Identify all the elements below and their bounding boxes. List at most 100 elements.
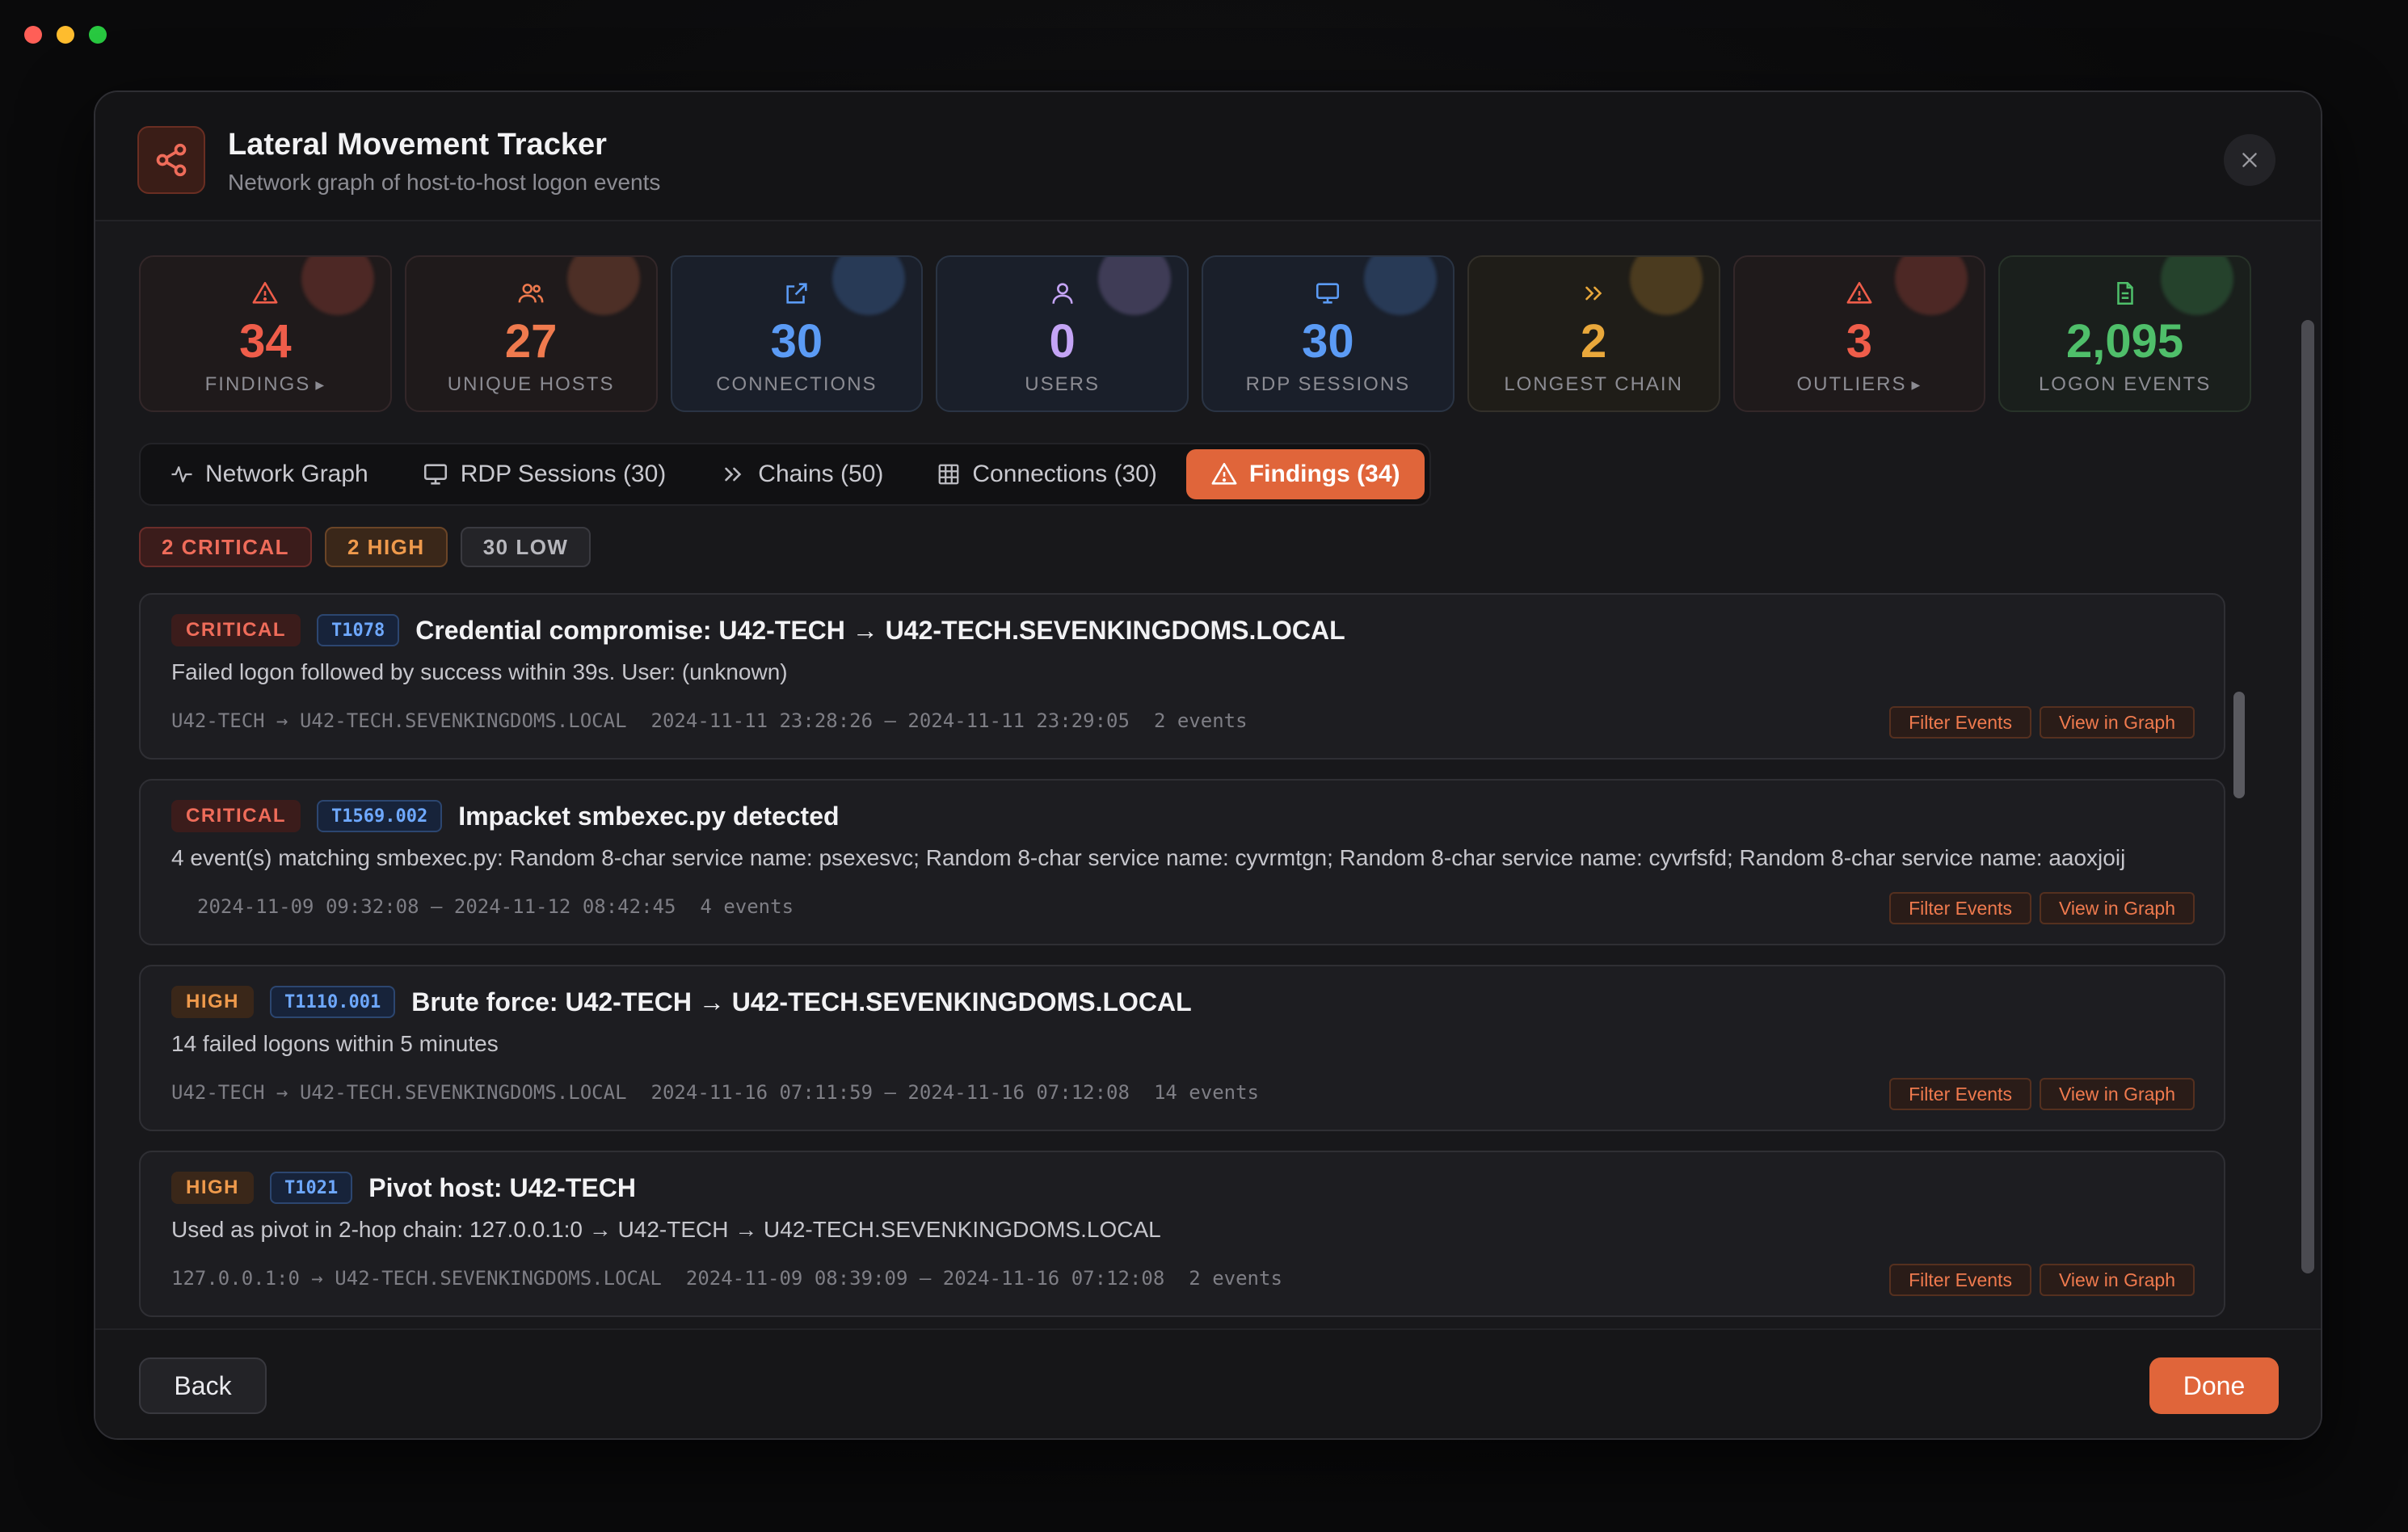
tab-chains[interactable]: Chains (50) xyxy=(695,449,907,499)
modal-subtitle: Network graph of host-to-host logon even… xyxy=(228,170,661,195)
filter-high-chip[interactable]: 2 HIGH xyxy=(325,527,448,567)
external-link-icon xyxy=(783,280,810,307)
stat-value: 3 xyxy=(1846,315,1872,368)
severity-filters: 2 CRITICAL 2 HIGH 30 LOW xyxy=(139,527,591,567)
modal-header: Lateral Movement Tracker Network graph o… xyxy=(95,92,2321,221)
stat-value: 0 xyxy=(1049,315,1076,368)
finding-title: Impacket smbexec.py detected xyxy=(458,801,840,831)
finding-meta: 127.0.0.1:0 → U42-TECH.SEVENKINGDOMS.LOC… xyxy=(171,1267,1307,1290)
tab-label: Chains (50) xyxy=(758,461,884,487)
stat-label: FINDINGS ▶ xyxy=(204,373,326,395)
stat-card-findings[interactable]: 34 FINDINGS ▶ xyxy=(139,255,392,412)
finding-card[interactable]: CRITICAL T1569.002 Impacket smbexec.py det… xyxy=(139,779,2225,945)
finding-timerange: 2024-11-11 23:28:26 — 2024-11-11 23:29:0… xyxy=(650,709,1130,732)
tab-network-graph[interactable]: Network Graph xyxy=(145,449,393,499)
chevrons-right-icon xyxy=(1580,280,1607,307)
stat-card-unique-hosts: 27 UNIQUE HOSTS xyxy=(404,255,658,412)
technique-badge: T1110.001 xyxy=(270,986,396,1018)
finding-description: Used as pivot in 2-hop chain: 127.0.0.1:… xyxy=(171,1217,1161,1242)
window-controls xyxy=(24,26,107,44)
document-icon xyxy=(2111,280,2139,307)
finding-card[interactable]: HIGH T1021 Pivot host: U42-TECH Used as piv… xyxy=(139,1151,2225,1317)
modal-scrollbar-thumb[interactable] xyxy=(2301,320,2314,1273)
finding-meta: U42-TECH → U42-TECH.SEVENKINGDOMS.LOCAL 2… xyxy=(171,1081,1283,1104)
finding-path: 127.0.0.1:0 → U42-TECH.SEVENKINGDOMS.LOC… xyxy=(171,1267,662,1290)
warning-icon xyxy=(1846,280,1873,307)
view-in-graph-button[interactable]: View in Graph xyxy=(2039,706,2195,739)
technique-badge: T1569.002 xyxy=(316,800,443,832)
finding-path: U42-TECH → U42-TECH.SEVENKINGDOMS.LOCAL xyxy=(171,1081,627,1104)
window-zoom-button[interactable] xyxy=(89,26,107,44)
finding-actions: Filter Events View in Graph xyxy=(1889,706,2195,739)
finding-card[interactable]: CRITICAL T1078 Credential compromise: U42-… xyxy=(139,593,2225,760)
stat-value: 2,095 xyxy=(2066,315,2184,368)
finding-description: 14 failed logons within 5 minutes xyxy=(171,1031,499,1056)
warning-icon xyxy=(251,280,279,307)
stat-value: 30 xyxy=(770,315,823,368)
stat-label: OUTLIERS ▶ xyxy=(1796,373,1922,395)
tab-label: Connections (30) xyxy=(972,461,1157,487)
stats-row: 34 FINDINGS ▶ 27 UNIQUE HOSTS 30 CONNECTIONS 0 U… xyxy=(139,255,2251,412)
finding-actions: Filter Events View in Graph xyxy=(1889,1264,2195,1296)
warning-icon xyxy=(1210,461,1238,488)
filter-events-button[interactable]: Filter Events xyxy=(1889,1264,2031,1296)
stat-value: 34 xyxy=(239,315,292,368)
close-button[interactable] xyxy=(2224,134,2275,186)
monitor-icon xyxy=(1314,280,1341,307)
caret-right-icon: ▶ xyxy=(1911,378,1922,391)
tab-label: RDP Sessions (30) xyxy=(460,461,667,487)
stat-label: LOGON EVENTS xyxy=(2038,373,2212,395)
filter-events-button[interactable]: Filter Events xyxy=(1889,1078,2031,1110)
finding-event-count: 4 events xyxy=(700,895,794,918)
finding-card[interactable]: HIGH T1110.001 Brute force: U42-TECH → U42… xyxy=(139,965,2225,1131)
filter-critical-chip[interactable]: 2 CRITICAL xyxy=(139,527,312,567)
stat-card-rdp-sessions: 30 RDP SESSIONS xyxy=(1202,255,1454,412)
done-button[interactable]: Done xyxy=(2149,1357,2279,1414)
filter-low-chip[interactable]: 30 LOW xyxy=(460,527,591,567)
stat-card-logon-events: 2,095 LOGON EVENTS xyxy=(1998,255,2251,412)
view-in-graph-button[interactable]: View in Graph xyxy=(2039,1264,2195,1296)
finding-timerange: 2024-11-09 09:32:08 — 2024-11-12 08:42:4… xyxy=(197,895,676,918)
stat-value: 27 xyxy=(504,315,558,368)
stat-value: 2 xyxy=(1580,315,1607,368)
filter-events-button[interactable]: Filter Events xyxy=(1889,892,2031,924)
findings-scrollbar[interactable] xyxy=(2230,593,2248,1420)
findings-list: CRITICAL T1078 Credential compromise: U42-… xyxy=(139,593,2225,1420)
severity-badge: CRITICAL xyxy=(171,800,301,832)
finding-description: Failed logon followed by success within … xyxy=(171,659,788,684)
lateral-movement-modal: Lateral Movement Tracker Network graph o… xyxy=(94,90,2322,1440)
tab-label: Network Graph xyxy=(205,461,368,487)
view-in-graph-button[interactable]: View in Graph xyxy=(2039,1078,2195,1110)
findings-scrollbar-thumb[interactable] xyxy=(2233,692,2245,798)
finding-meta: 2024-11-09 09:32:08 — 2024-11-12 08:42:4… xyxy=(197,895,818,918)
users-icon xyxy=(517,280,545,307)
severity-badge: HIGH xyxy=(171,1172,254,1204)
stat-card-outliers[interactable]: 3 OUTLIERS ▶ xyxy=(1732,255,1986,412)
finding-timerange: 2024-11-09 08:39:09 — 2024-11-16 07:12:0… xyxy=(685,1267,1165,1290)
activity-icon xyxy=(170,462,194,486)
severity-badge: CRITICAL xyxy=(171,614,301,646)
finding-actions: Filter Events View in Graph xyxy=(1889,1078,2195,1110)
caret-right-icon: ▶ xyxy=(315,378,326,391)
stat-label: RDP SESSIONS xyxy=(1245,373,1411,395)
stat-card-connections: 30 CONNECTIONS xyxy=(670,255,924,412)
finding-meta: U42-TECH → U42-TECH.SEVENKINGDOMS.LOCAL 2… xyxy=(171,709,1272,732)
view-in-graph-button[interactable]: View in Graph xyxy=(2039,892,2195,924)
modal-footer: Back Done xyxy=(95,1328,2321,1438)
share-graph-icon xyxy=(137,126,205,194)
finding-description: 4 event(s) matching smbexec.py: Random 8… xyxy=(171,845,2126,870)
tab-findings[interactable]: Findings (34) xyxy=(1185,449,1425,499)
modal-scrollbar[interactable] xyxy=(2300,226,2316,1422)
modal-title: Lateral Movement Tracker xyxy=(228,128,607,162)
back-button[interactable]: Back xyxy=(139,1357,267,1414)
close-icon xyxy=(2242,153,2257,167)
view-tabs: Network Graph RDP Sessions (30) Chains (50… xyxy=(139,443,1431,506)
window-minimize-button[interactable] xyxy=(57,26,74,44)
tab-rdp-sessions[interactable]: RDP Sessions (30) xyxy=(398,449,691,499)
tab-connections[interactable]: Connections (30) xyxy=(912,449,1181,499)
finding-event-count: 14 events xyxy=(1153,1081,1259,1104)
filter-events-button[interactable]: Filter Events xyxy=(1889,706,2031,739)
stat-label: CONNECTIONS xyxy=(716,373,878,395)
window-close-button[interactable] xyxy=(24,26,42,44)
chevrons-right-icon xyxy=(719,461,747,488)
